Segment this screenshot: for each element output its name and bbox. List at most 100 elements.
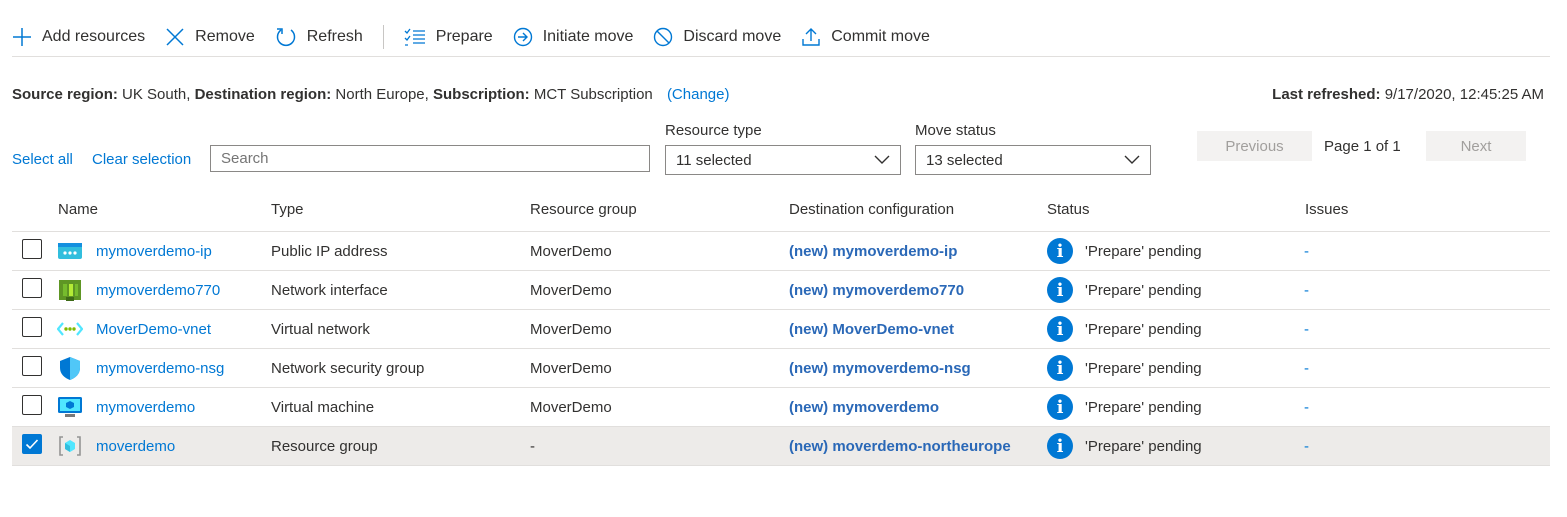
- resource-name-link[interactable]: MoverDemo-vnet: [96, 310, 211, 348]
- commit-move-button[interactable]: Commit move: [801, 19, 930, 55]
- status-cell: i 'Prepare' pending: [1047, 349, 1202, 387]
- destination-config-link[interactable]: (new) mymoverdemo770: [789, 271, 964, 309]
- resource-group-cell: MoverDemo: [530, 242, 612, 260]
- info-icon: i: [1047, 316, 1073, 342]
- resource-name-link[interactable]: mymoverdemo-nsg: [96, 349, 224, 387]
- resource-type-cell: Public IP address: [271, 242, 388, 260]
- subscription-label: Subscription:: [432, 86, 530, 103]
- destination-config-link[interactable]: (new) MoverDemo-vnet: [789, 310, 954, 348]
- previous-button[interactable]: Previous: [1197, 131, 1312, 161]
- checkmark-icon: [25, 439, 39, 450]
- close-icon: [166, 28, 184, 46]
- resource-type-value: 11 selected: [676, 151, 752, 169]
- column-header-issues[interactable]: Issues: [1305, 201, 1348, 218]
- remove-label: Remove: [195, 28, 255, 45]
- table-row[interactable]: mymoverdemo-ip Public IP address MoverDemo…: [12, 232, 1550, 271]
- resource-name-link[interactable]: moverdemo: [96, 427, 175, 465]
- row-checkbox[interactable]: [22, 356, 42, 376]
- toolbar-divider: [382, 25, 384, 49]
- destination-config-link[interactable]: (new) mymoverdemo: [789, 388, 939, 426]
- resource-name-link[interactable]: mymoverdemo: [96, 388, 195, 426]
- row-checkbox[interactable]: [22, 239, 42, 259]
- add-resources-label: Add resources: [42, 28, 146, 45]
- cancel-icon: [654, 27, 673, 47]
- resource-name-link[interactable]: mymoverdemo770: [96, 271, 220, 309]
- source-region-label: Source region:: [12, 86, 118, 103]
- column-header-resource-group[interactable]: Resource group: [530, 201, 637, 218]
- remove-button[interactable]: Remove: [165, 19, 255, 55]
- resource-type-cell: Virtual network: [271, 320, 370, 338]
- destination-config-link[interactable]: (new) mymoverdemo-nsg: [789, 349, 971, 387]
- plus-icon: [13, 28, 31, 46]
- resource-group-cell: -: [530, 437, 535, 455]
- info-icon: i: [1047, 238, 1073, 264]
- command-bar: Add resources Remove Refresh Prepare Ini…: [12, 18, 1550, 57]
- info-icon: i: [1047, 433, 1073, 459]
- prepare-button[interactable]: Prepare: [404, 19, 493, 55]
- select-all-link[interactable]: Select all: [12, 151, 73, 168]
- status-text: 'Prepare' pending: [1085, 281, 1202, 299]
- table-row[interactable]: mymoverdemo Virtual machine MoverDemo (new)…: [12, 388, 1550, 427]
- table-row[interactable]: MoverDemo-vnet Virtual network MoverDemo (n…: [12, 310, 1550, 349]
- initiate-move-button[interactable]: Initiate move: [513, 19, 634, 55]
- virtual-network-icon: [57, 322, 83, 336]
- discard-move-button[interactable]: Discard move: [653, 19, 781, 55]
- resource-group-cell: MoverDemo: [530, 320, 612, 338]
- prepare-label: Prepare: [435, 28, 493, 45]
- move-status-dropdown[interactable]: 13 selected: [915, 145, 1151, 175]
- virtual-machine-icon: [58, 397, 82, 417]
- destination-region-value: North Europe,: [335, 86, 429, 103]
- column-header-status[interactable]: Status: [1047, 201, 1090, 218]
- issues-link[interactable]: -: [1304, 232, 1309, 270]
- status-text: 'Prepare' pending: [1085, 242, 1202, 260]
- refresh-label: Refresh: [306, 28, 363, 45]
- status-cell: i 'Prepare' pending: [1047, 310, 1202, 348]
- resource-name-link[interactable]: mymoverdemo-ip: [96, 232, 212, 270]
- resource-type-cell: Resource group: [271, 437, 378, 455]
- status-text: 'Prepare' pending: [1085, 359, 1202, 377]
- chevron-down-icon: [1124, 155, 1140, 164]
- row-checkbox[interactable]: [22, 395, 42, 415]
- row-checkbox[interactable]: [22, 278, 42, 298]
- discard-move-label: Discard move: [683, 28, 782, 45]
- row-checkbox[interactable]: [22, 434, 42, 454]
- resource-type-dropdown[interactable]: 11 selected: [665, 145, 901, 175]
- table-row[interactable]: moverdemo Resource group - (new) moverdemo-…: [12, 427, 1550, 466]
- initiate-move-label: Initiate move: [542, 28, 634, 45]
- resource-group-cell: MoverDemo: [530, 398, 612, 416]
- column-header-destination[interactable]: Destination configuration: [789, 201, 954, 218]
- checklist-icon: [404, 28, 425, 46]
- resource-group-cell: MoverDemo: [530, 359, 612, 377]
- arrow-circle-icon: [513, 27, 532, 47]
- column-header-type[interactable]: Type: [271, 201, 304, 218]
- issues-link[interactable]: -: [1304, 349, 1309, 387]
- network-interface-icon: [59, 280, 81, 301]
- status-cell: i 'Prepare' pending: [1047, 388, 1202, 426]
- resource-type-label: Resource type: [665, 122, 762, 139]
- refresh-button[interactable]: Refresh: [275, 19, 363, 55]
- issues-link[interactable]: -: [1304, 310, 1309, 348]
- add-resources-button[interactable]: Add resources: [12, 19, 145, 55]
- row-checkbox[interactable]: [22, 317, 42, 337]
- destination-config-link[interactable]: (new) mymoverdemo-ip: [789, 232, 957, 270]
- column-header-name[interactable]: Name: [58, 201, 98, 218]
- change-link[interactable]: (Change): [667, 86, 730, 103]
- next-button[interactable]: Next: [1426, 131, 1526, 161]
- last-refreshed-label: Last refreshed:: [1272, 86, 1381, 103]
- refresh-icon: [276, 28, 295, 47]
- issues-link[interactable]: -: [1304, 388, 1309, 426]
- status-cell: i 'Prepare' pending: [1047, 271, 1202, 309]
- table-row[interactable]: mymoverdemo-nsg Network security group Mov…: [12, 349, 1550, 388]
- move-status-value: 13 selected: [926, 151, 1003, 169]
- search-input[interactable]: [210, 145, 650, 172]
- destination-config-link[interactable]: (new) moverdemo-northeurope: [789, 427, 1011, 465]
- info-icon: i: [1047, 394, 1073, 420]
- table-row[interactable]: mymoverdemo770 Network interface MoverDemo…: [12, 271, 1550, 310]
- commit-move-label: Commit move: [831, 28, 930, 45]
- issues-link[interactable]: -: [1304, 427, 1309, 465]
- last-refreshed-value: 9/17/2020, 12:45:25 AM: [1384, 86, 1544, 103]
- clear-selection-link[interactable]: Clear selection: [92, 151, 191, 168]
- issues-link[interactable]: -: [1304, 271, 1309, 309]
- status-text: 'Prepare' pending: [1085, 398, 1202, 416]
- status-text: 'Prepare' pending: [1085, 320, 1202, 338]
